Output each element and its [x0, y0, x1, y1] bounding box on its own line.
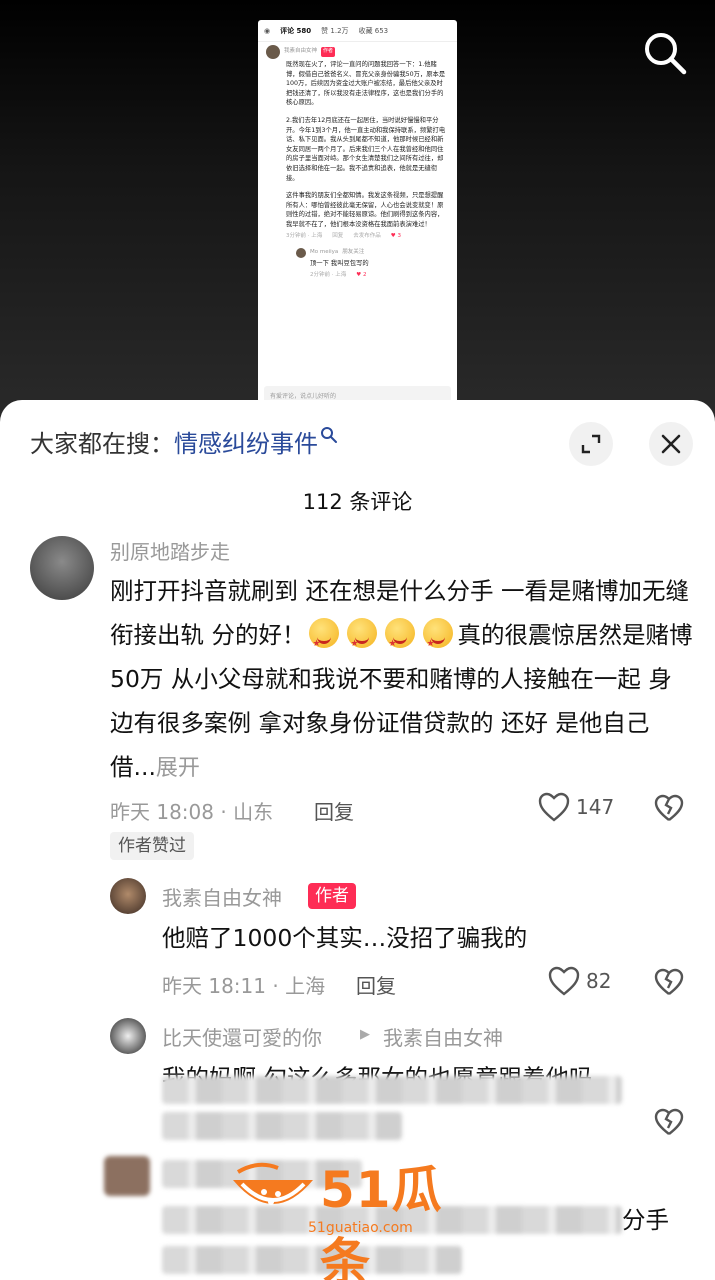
avatar[interactable] — [30, 536, 94, 600]
dislike-button[interactable] — [654, 1108, 684, 1140]
comment-text: 刚打开抖音就刷到 还在想是什么分手 一看是赌博加无缝衔接出轨 分的好！真的很震惊… — [110, 569, 695, 791]
reply-arrow-icon: ▶ — [360, 1027, 370, 1042]
comment-time: 昨天 18:11 · 上海 — [162, 974, 326, 998]
broken-heart-icon — [654, 794, 684, 821]
reply-to-name[interactable]: 我素自由女神 — [383, 1022, 503, 1051]
screenshot-time: 3分钟前 · 上海 — [286, 232, 323, 239]
video-area[interactable]: ◉ 评论 580 赞 1.2万 收藏 653 我素自由女神 作者 既然现在火了，… — [0, 0, 715, 420]
heart-icon — [548, 966, 580, 996]
broken-heart-icon — [654, 1108, 684, 1135]
screenshot-reply-comment: Mo meiiya 朋友关注 顶一下 我叫豆包写的 2分钟前 · 上海 ♥ 2 — [296, 247, 449, 280]
avatar[interactable] — [110, 878, 146, 914]
screenshot-tab-favorites: 收藏 653 — [358, 26, 389, 35]
screenshot-like-count: 3 — [397, 232, 401, 239]
screenshot-reply-text: 顶一下 我叫豆包写的 — [310, 260, 369, 268]
author-badge: 作者 — [308, 883, 356, 909]
broken-heart-icon — [654, 968, 684, 995]
blurred-content — [162, 1112, 402, 1140]
search-icon — [321, 427, 337, 443]
search-button[interactable] — [638, 26, 692, 80]
trending-search[interactable]: 大家都在搜：情感纠纷事件 — [30, 426, 338, 462]
close-button[interactable] — [649, 422, 693, 466]
blurred-avatar — [104, 1156, 150, 1196]
dislike-button[interactable] — [654, 794, 684, 826]
comment-text: 他赔了1000个其实…没招了骗我的 — [162, 924, 528, 952]
star-eyes-emoji-icon — [309, 618, 340, 666]
like-button[interactable]: 147 — [538, 792, 614, 822]
avatar[interactable] — [110, 1018, 146, 1054]
dislike-button[interactable] — [654, 968, 684, 1000]
screenshot-chat-icon: ◉ — [264, 26, 271, 35]
comment-count: 112 条评论 — [302, 490, 413, 514]
screenshot-meta: 3分钟前 · 上海 回复 去发布作品 ♥ 3 — [286, 232, 449, 242]
screenshot-reply-name: Mo meiiya — [310, 249, 339, 256]
star-eyes-emoji-icon — [347, 618, 378, 666]
watermark-brand: 51瓜条 — [320, 1161, 443, 1280]
comment-author-name[interactable]: 比天使還可愛的你 — [162, 1022, 322, 1051]
screenshot-tabs: ◉ 评论 580 赞 1.2万 收藏 653 — [258, 20, 457, 42]
screenshot-author-name: 我素自由女神 — [284, 48, 318, 55]
screenshot-tab-comments: 评论 580 — [280, 26, 312, 35]
watermelon-logo-icon — [233, 1162, 313, 1205]
comment-time: 昨天 18:08 · 山东 — [110, 800, 274, 824]
expand-icon — [581, 434, 601, 454]
like-count: 147 — [576, 795, 615, 819]
comment-screenshot-image: ◉ 评论 580 赞 1.2万 收藏 653 我素自由女神 作者 既然现在火了，… — [258, 20, 457, 410]
comment-author-name[interactable]: 我素自由女神 — [162, 882, 282, 911]
heart-icon — [538, 792, 570, 822]
screenshot-input-placeholder: 有爱评论，说点儿好听的 — [270, 392, 337, 400]
expand-button[interactable] — [569, 422, 613, 466]
screenshot-paragraph: 既然现在火了，评论一直问的问题我回答一下：1.他赌博，假借自己爸爸名义、冒充父亲… — [286, 61, 446, 107]
screenshot-reply-avatar — [296, 248, 306, 259]
like-count: 82 — [586, 969, 612, 993]
trending-search-prefix: 大家都在搜： — [30, 430, 174, 458]
screenshot-tab-likes: 赞 1.2万 — [321, 26, 349, 35]
screenshot-likes: ♥ 3 — [390, 232, 401, 239]
screenshot-reply-likes: ♥ 2 — [356, 271, 367, 278]
watermark: 51瓜条 51guatiao.com — [228, 1150, 488, 1280]
comment-sheet: 大家都在搜：情感纠纷事件 112 条评论 别原地踏步走 刚打开抖音就刷到 还在想… — [0, 400, 715, 1280]
expand-comment-link[interactable]: 展开 — [156, 756, 200, 781]
screenshot-publish: 去发布作品 — [353, 232, 381, 239]
trending-search-topic[interactable]: 情感纠纷事件 — [174, 430, 318, 458]
like-button[interactable]: 82 — [548, 966, 611, 996]
search-icon — [645, 33, 687, 75]
star-eyes-emoji-icon — [423, 618, 454, 666]
watermark-url: 51guatiao.com — [308, 1220, 413, 1236]
author-liked-tag: 作者赞过 — [110, 832, 194, 860]
screenshot-author-tag: 作者 — [321, 47, 336, 57]
screenshot-paragraph: 这件事我的朋友们全都知情。我发这条视频，只是想提醒所有人：哪怕曾经彼此毫无保留，… — [286, 192, 444, 228]
screenshot-reply-tag: 朋友关注 — [342, 249, 365, 256]
blurred-content — [162, 1076, 622, 1104]
screenshot-reply-meta: 2分钟前 · 上海 — [310, 271, 347, 278]
screenshot-reply-like-count: 2 — [362, 271, 367, 278]
comment-author-name[interactable]: 别原地踏步走 — [110, 536, 230, 565]
star-eyes-emoji-icon — [385, 618, 416, 666]
reply-button[interactable]: 回复 — [314, 796, 354, 825]
screenshot-reply: 回复 — [332, 232, 344, 239]
comment-text: 分手 — [622, 1206, 669, 1234]
screenshot-author-avatar — [266, 45, 280, 59]
reply-button[interactable]: 回复 — [356, 970, 396, 999]
close-icon — [661, 434, 681, 454]
screenshot-paragraph: 2.我们去年12月底还在一起居住，当时说好慢慢和平分开。今年1到3个月，他一直主… — [286, 116, 446, 182]
